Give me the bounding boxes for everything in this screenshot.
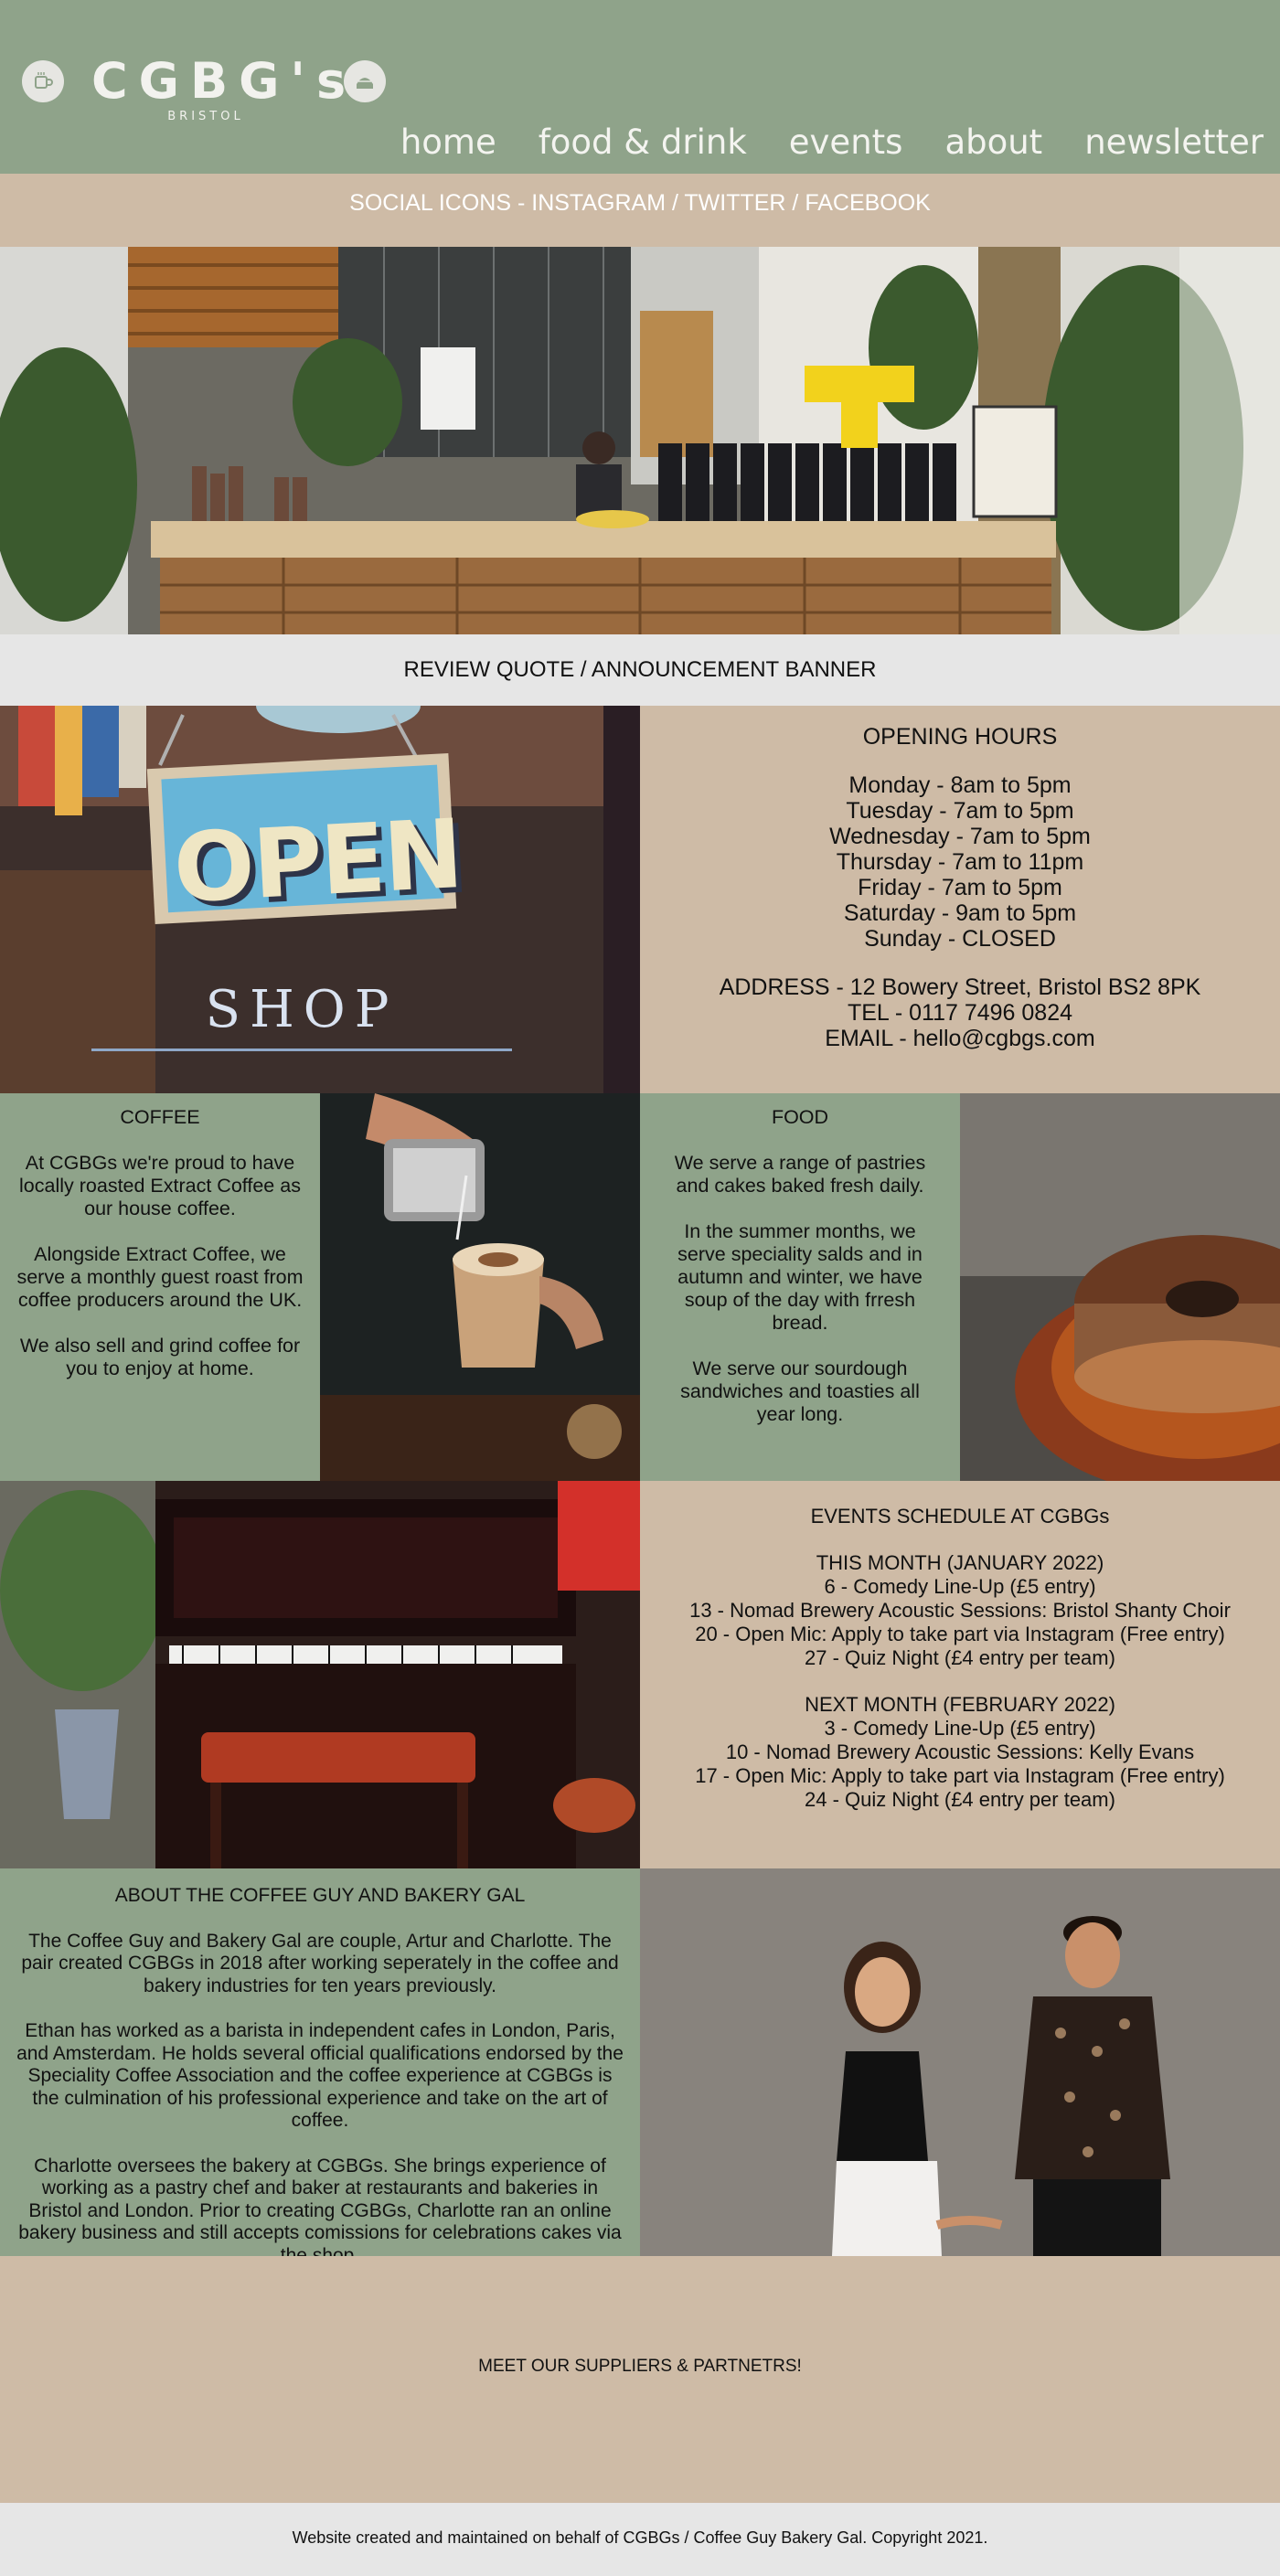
coffee-paragraph: At CGBGs we're proud to have locally roa… (19, 1152, 301, 1219)
owners-couple-photo (640, 1868, 1280, 2256)
food-panel: FOOD We serve a range of pastries and ca… (640, 1093, 960, 1481)
nav-food-drink[interactable]: food & drink (539, 117, 747, 168)
coffee-panel: COFFEE At CGBGs we're proud to have loca… (0, 1093, 320, 1481)
food-paragraph: We serve our sourdough sandwiches and to… (680, 1357, 920, 1425)
social-bar: SOCIAL ICONS - INSTAGRAM / TWITTER / FAC… (0, 174, 1280, 247)
open-shop-sign-image: OPEN SHOP (0, 706, 640, 1093)
hours-sunday: Sunday - CLOSED (864, 926, 1056, 952)
hours-thursday: Thursday - 7am to 11pm (836, 849, 1084, 875)
cake-icon (344, 60, 386, 102)
email[interactable]: EMAIL - hello@cgbgs.com (640, 1026, 1280, 1051)
hours-saturday: Saturday - 9am to 5pm (843, 900, 1077, 926)
shop-text: SHOP (205, 980, 399, 1039)
event-item: 3 - Comedy Line-Up (£5 entry) (824, 1717, 1096, 1740)
hours-title: OPENING HOURS (862, 724, 1058, 750)
opening-hours-panel: OPENING HOURS Monday - 8am to 5pm Tuesda… (640, 706, 1280, 1093)
food-paragraph: We serve a range of pastries and cakes b… (674, 1152, 926, 1197)
hours-wednesday: Wednesday - 7am to 5pm (829, 824, 1091, 849)
nav-about[interactable]: about (944, 117, 1042, 168)
events-panel: EVENTS SCHEDULE AT CGBGs THIS MONTH (JAN… (640, 1481, 1280, 1868)
hours-monday: Monday - 8am to 5pm (848, 772, 1072, 798)
suppliers-section: MEET OUR SUPPLIERS & PARTNETRS! (0, 2256, 1280, 2503)
site-footer: Website created and maintained on behalf… (0, 2503, 1280, 2576)
coffee-title: COFFEE (120, 1106, 200, 1128)
hours-tuesday: Tuesday - 7am to 5pm (846, 798, 1074, 824)
logo-subtitle: BRISTOL (167, 110, 244, 123)
coffee-paragraph: We also sell and grind coffee for you to… (19, 1335, 301, 1379)
about-title: ABOUT THE COFFEE GUY AND BAKERY GAL (114, 1885, 526, 1906)
this-month-title: THIS MONTH (JANUARY 2022) (816, 1551, 1104, 1574)
about-paragraph: The Coffee Guy and Bakery Gal are couple… (21, 1930, 619, 1996)
event-item: 13 - Nomad Brewery Acoustic Sessions: Br… (689, 1599, 1231, 1622)
logo-title: CGBG's (91, 52, 357, 110)
hours-friday: Friday - 7am to 5pm (858, 875, 1062, 900)
about-paragraph: Charlotte oversees the bakery at CGBGs. … (18, 2155, 622, 2257)
event-item: 27 - Quiz Night (£4 entry per team) (805, 1646, 1115, 1669)
main-nav: home food & drink events about newslette… (400, 117, 1280, 168)
food-title: FOOD (771, 1106, 829, 1128)
event-item: 10 - Nomad Brewery Acoustic Sessions: Ke… (725, 1740, 1195, 1763)
open-sign-text: OPEN (170, 797, 464, 925)
food-paragraph: In the summer months, we serve specialit… (677, 1220, 923, 1334)
piano-image (0, 1481, 640, 1868)
footer-copyright: Website created and maintained on behalf… (292, 2528, 988, 2547)
announcement-banner: REVIEW QUOTE / ANNOUNCEMENT BANNER (0, 634, 1280, 706)
event-item: 17 - Open Mic: Apply to take part via In… (695, 1764, 1225, 1787)
events-title: EVENTS SCHEDULE AT CGBGs (810, 1505, 1110, 1528)
event-item: 20 - Open Mic: Apply to take part via In… (695, 1623, 1225, 1645)
address: ADDRESS - 12 Bowery Street, Bristol BS2 … (719, 974, 1201, 1000)
about-panel: ABOUT THE COFFEE GUY AND BAKERY GAL The … (0, 1868, 640, 2256)
about-paragraph: Ethan has worked as a barista in indepen… (16, 2020, 624, 2131)
latte-art-image (320, 1093, 640, 1481)
coffee-paragraph: Alongside Extract Coffee, we serve a mon… (16, 1243, 304, 1311)
hero-image-cafe-counter (0, 247, 1280, 634)
event-item: 6 - Comedy Line-Up (£5 entry) (824, 1575, 1096, 1598)
chocolate-bundt-cake-image (960, 1093, 1280, 1481)
nav-home[interactable]: home (400, 117, 496, 168)
social-icons-placeholder[interactable]: SOCIAL ICONS - INSTAGRAM / TWITTER / FAC… (0, 190, 1280, 217)
event-item: 24 - Quiz Night (£4 entry per team) (805, 1788, 1115, 1811)
nav-newsletter[interactable]: newsletter (1084, 117, 1264, 168)
nav-events[interactable]: events (789, 117, 903, 168)
suppliers-heading: MEET OUR SUPPLIERS & PARTNETRS! (478, 2357, 802, 2376)
banner-text: REVIEW QUOTE / ANNOUNCEMENT BANNER (403, 657, 877, 682)
next-month-title: NEXT MONTH (FEBRUARY 2022) (805, 1693, 1115, 1716)
site-header: CGBG's BRISTOL home food & drink events … (0, 0, 1280, 174)
coffee-cup-icon (22, 60, 64, 102)
telephone[interactable]: TEL - 0117 7496 0824 (640, 1000, 1280, 1026)
